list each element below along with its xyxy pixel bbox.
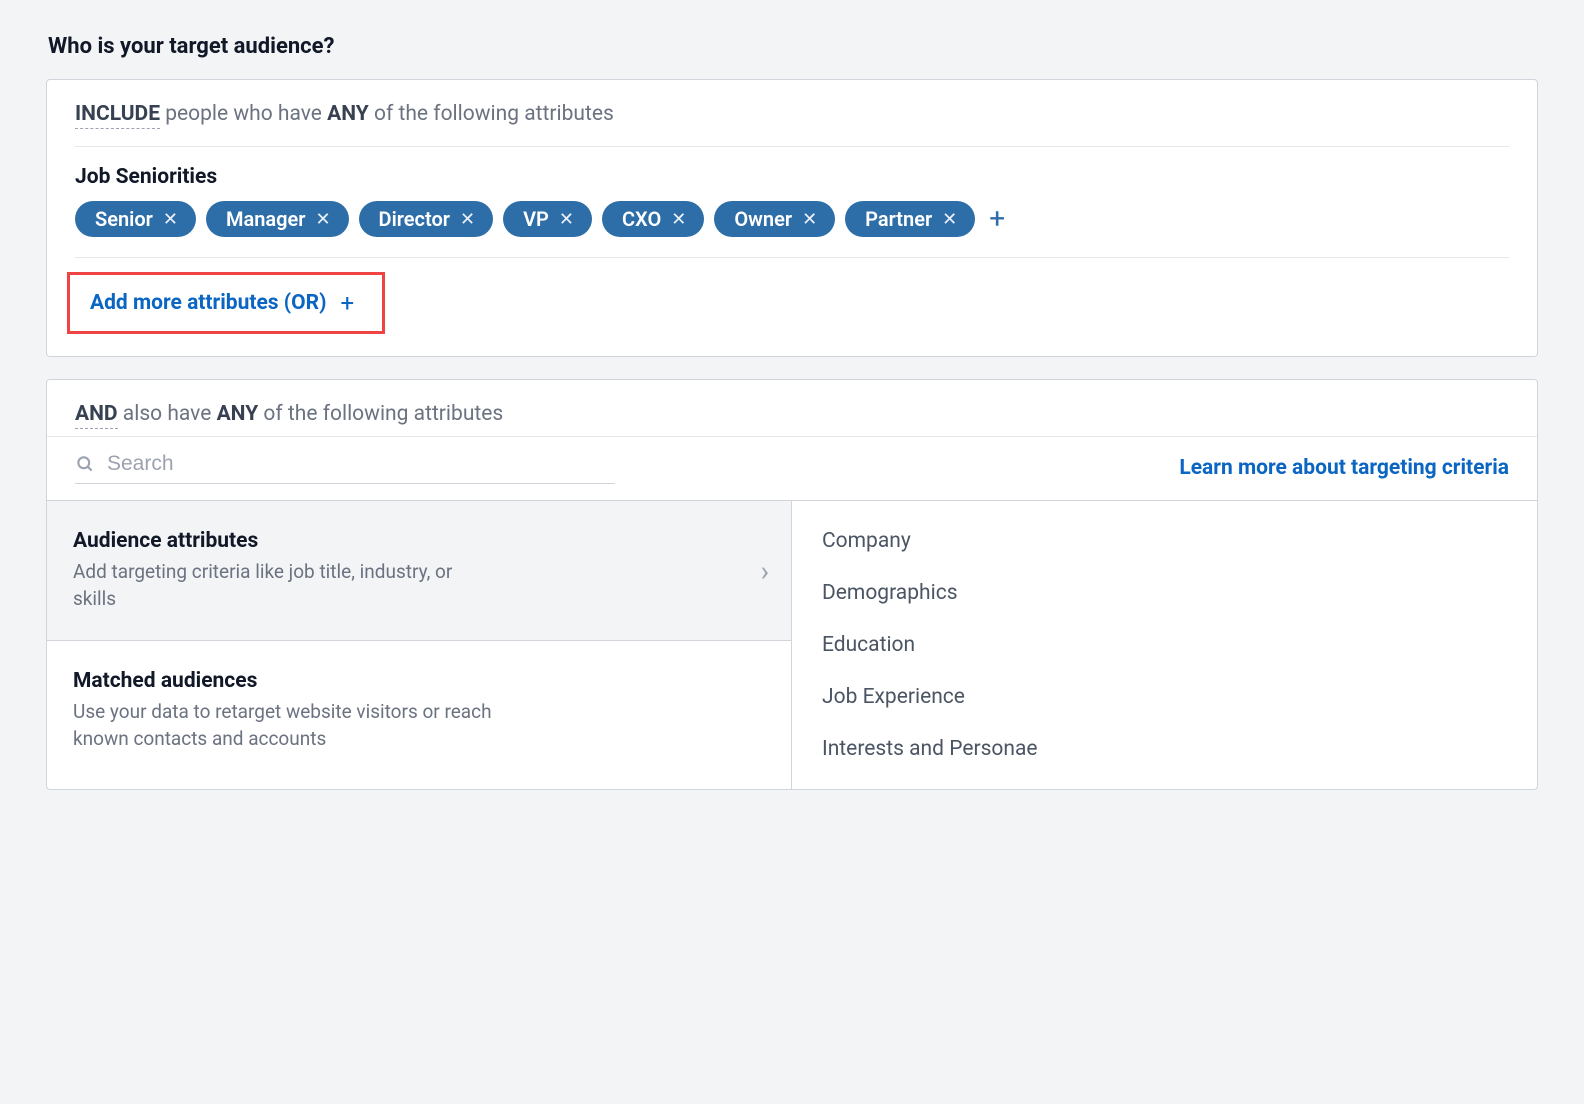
category-item[interactable]: Job Experience [792,671,1537,723]
seniority-pill[interactable]: VP ✕ [503,201,592,237]
and-statement: AND also have ANY of the following attri… [75,402,1509,426]
pill-label: VP [523,207,549,231]
pill-label: Director [379,207,450,231]
close-icon[interactable]: ✕ [559,209,574,230]
card-title: Audience attributes [73,529,765,553]
pill-label: Owner [734,207,792,231]
page-title: Who is your target audience? [48,34,1538,59]
and-keyword: AND [75,402,118,429]
include-any-keyword: ANY [327,102,369,126]
audience-type-list: Audience attributes Add targeting criteri… [47,501,792,789]
learn-more-link[interactable]: Learn more about targeting criteria [1179,456,1509,480]
and-panel: AND also have ANY of the following attri… [46,379,1538,790]
category-list: CompanyDemographicsEducationJob Experien… [792,501,1537,789]
pill-label: CXO [622,207,661,231]
seniority-pill[interactable]: Director ✕ [359,201,494,237]
include-mid-text: people who have [160,102,327,126]
seniority-pill[interactable]: CXO ✕ [602,201,704,237]
category-item[interactable]: Interests and Personae [792,723,1537,775]
search-input[interactable] [105,451,615,477]
pill-label: Partner [865,207,932,231]
card-description: Use your data to retarget website visito… [73,699,493,752]
include-panel: INCLUDE people who have ANY of the follo… [46,79,1538,357]
plus-icon: + [340,289,354,317]
seniority-pill[interactable]: Senior ✕ [75,201,196,237]
include-keyword: INCLUDE [75,102,160,129]
close-icon[interactable]: ✕ [942,209,957,230]
include-statement: INCLUDE people who have ANY of the follo… [75,102,1509,126]
seniority-pill[interactable]: Owner ✕ [714,201,835,237]
add-more-attributes-button[interactable]: Add more attributes (OR) + [67,272,385,334]
and-mid-text: also have [118,402,217,426]
close-icon[interactable]: ✕ [163,209,178,230]
add-pill-button[interactable]: + [985,205,1009,233]
category-item[interactable]: Education [792,619,1537,671]
category-item[interactable]: Company [792,515,1537,567]
chevron-right-icon: › [761,554,769,587]
close-icon[interactable]: ✕ [802,209,817,230]
search-icon [75,454,95,474]
and-any-keyword: ANY [217,402,259,426]
include-suffix-text: of the following attributes [369,102,614,126]
category-item[interactable]: Demographics [792,567,1537,619]
search-input-container [75,451,615,484]
pill-label: Manager [226,207,306,231]
seniority-pill[interactable]: Partner ✕ [845,201,975,237]
attribute-group-label: Job Seniorities [75,165,1509,189]
close-icon[interactable]: ✕ [671,209,686,230]
close-icon[interactable]: ✕ [315,209,330,230]
audience-attributes-card[interactable]: Audience attributes Add targeting criteri… [47,501,791,640]
add-more-label: Add more attributes (OR) [90,291,326,315]
and-suffix-text: of the following attributes [258,402,503,426]
close-icon[interactable]: ✕ [460,209,475,230]
seniority-pill-row: Senior✕Manager✕Director✕VP✕CXO✕Owner✕Par… [75,201,1509,237]
pill-label: Senior [95,207,153,231]
matched-audiences-card[interactable]: Matched audiences Use your data to retarg… [47,640,791,780]
seniority-pill[interactable]: Manager ✕ [206,201,349,237]
card-title: Matched audiences [73,669,765,693]
card-description: Add targeting criteria like job title, i… [73,559,493,612]
